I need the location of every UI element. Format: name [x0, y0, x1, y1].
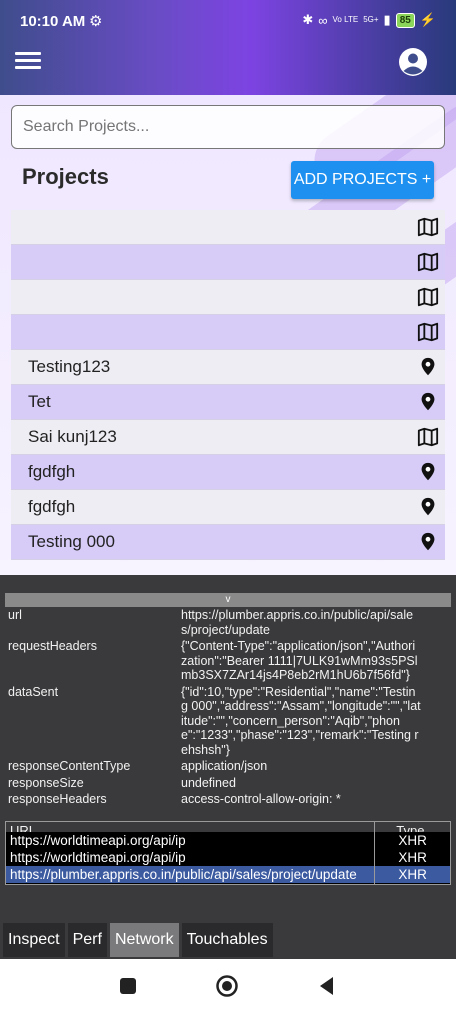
detail-row: responseHeaders access-control-allow-orig…: [8, 792, 448, 807]
project-name: Sai kunj123: [28, 427, 117, 446]
status-bar: 10:10 AM ⚙ ✱ ∞ Vo LTE 5G+ ▮ 85 ⚡: [0, 0, 456, 44]
recents-square-icon[interactable]: [115, 973, 141, 999]
detail-row: responseContentType application/json: [8, 759, 448, 774]
detail-row: requestHeaders {"Content-Type":"applicati…: [8, 639, 448, 683]
debugger-tabs: Inspect Perf Network Touchables: [0, 923, 456, 957]
detail-row: responseSize undefined: [8, 776, 448, 791]
project-list: Testing123 Tet Sai kunj123 fgdfgh fgdfgh Test…: [11, 210, 445, 560]
requests-table-body: https://worldtimeapi.org/api/ip XHR https:…: [6, 832, 450, 884]
request-type: XHR: [374, 866, 450, 883]
detail-value: application/json: [181, 759, 268, 773]
location-pin-icon[interactable]: [417, 356, 439, 378]
request-details: url https://plumber.appris.co.in/public/a…: [8, 608, 448, 816]
map-icon[interactable]: [417, 286, 439, 308]
request-type: XHR: [374, 832, 450, 849]
detail-row: dataSent {"id":10,"type":"Residential","n…: [8, 685, 448, 758]
project-name: fgdfgh: [28, 497, 76, 516]
map-icon[interactable]: [417, 216, 439, 238]
request-type: XHR: [374, 849, 450, 866]
detail-key: responseContentType: [8, 759, 131, 773]
request-row[interactable]: https://plumber.appris.co.in/public/api/…: [6, 866, 450, 883]
location-pin-icon[interactable]: [417, 531, 439, 553]
project-row[interactable]: Sai kunj123: [11, 420, 445, 455]
request-row[interactable]: https://worldtimeapi.org/api/ip XHR: [6, 849, 450, 866]
detail-value: https://plumber.appris.co.in/public/api/…: [181, 608, 414, 637]
projects-screen: Projects ADD PROJECTS + Testing123 Tet Sai…: [0, 95, 456, 575]
settings-gear-icon: ⚙: [89, 13, 103, 30]
location-pin-icon[interactable]: [417, 461, 439, 483]
home-circle-icon[interactable]: [214, 973, 240, 999]
location-pin-icon[interactable]: [417, 496, 439, 518]
location-pin-icon[interactable]: [417, 391, 439, 413]
back-triangle-icon[interactable]: [314, 973, 340, 999]
search-projects-input[interactable]: [11, 105, 445, 149]
detail-key: dataSent: [8, 684, 59, 699]
request-url: https://worldtimeapi.org/api/ip: [10, 833, 186, 848]
detail-value: {"id":10,"type":"Residential","name":"Te…: [181, 684, 421, 757]
detail-value: undefined: [181, 775, 236, 790]
tab-network[interactable]: Network: [109, 923, 179, 957]
map-icon[interactable]: [417, 321, 439, 343]
status-time: 10:10 AM: [20, 13, 86, 30]
project-row[interactable]: [11, 315, 445, 350]
project-row[interactable]: Testing 000: [11, 525, 445, 560]
project-name: Testing123: [28, 357, 111, 376]
collapse-panel-button[interactable]: v: [5, 593, 451, 607]
bluetooth-icon: ✱: [302, 12, 314, 27]
request-url: https://plumber.appris.co.in/public/api/…: [6, 883, 374, 884]
app-header: 10:10 AM ⚙ ✱ ∞ Vo LTE 5G+ ▮ 85 ⚡: [0, 0, 456, 95]
map-icon[interactable]: [417, 426, 439, 448]
volte-icon: Vo LTE: [332, 15, 359, 24]
project-name: Testing 000: [28, 532, 115, 551]
project-name: fgdfgh: [28, 462, 76, 481]
project-row[interactable]: [11, 210, 445, 245]
project-row[interactable]: fgdfgh: [11, 490, 445, 525]
hamburger-menu-icon[interactable]: [15, 48, 43, 76]
detail-value: {"Content-Type":"application/json","Auth…: [181, 639, 418, 682]
detail-key: requestHeaders: [8, 639, 97, 653]
project-name: Tet: [28, 392, 51, 411]
link-icon: ∞: [318, 12, 328, 28]
detail-key: url: [8, 608, 22, 622]
map-icon[interactable]: [417, 251, 439, 273]
tab-touchables[interactable]: Touchables: [181, 923, 273, 957]
page-title: Projects: [22, 164, 109, 189]
request-row[interactable]: https://worldtimeapi.org/api/ip XHR: [6, 832, 450, 849]
requests-table: URL Type https://worldtimeapi.org/api/ip…: [5, 821, 451, 885]
request-type: XHR: [374, 883, 450, 884]
request-row[interactable]: https://plumber.appris.co.in/public/api/…: [6, 883, 450, 884]
project-row[interactable]: Tet: [11, 385, 445, 420]
detail-row: url https://plumber.appris.co.in/public/a…: [8, 608, 448, 637]
charging-icon: ⚡: [419, 12, 436, 27]
detail-key: responseHeaders: [8, 792, 107, 806]
project-row[interactable]: Testing123: [11, 350, 445, 385]
detail-value: access-control-allow-origin: *: [181, 792, 341, 806]
tab-perf[interactable]: Perf: [67, 923, 107, 957]
network-type: 5G+: [363, 15, 379, 24]
profile-icon[interactable]: [398, 47, 428, 77]
signal-icon: ▮: [383, 12, 391, 27]
request-url: https://worldtimeapi.org/api/ip: [10, 850, 186, 865]
request-url: https://plumber.appris.co.in/public/api/…: [10, 867, 357, 882]
add-projects-button[interactable]: ADD PROJECTS +: [291, 161, 434, 199]
tab-inspect[interactable]: Inspect: [3, 923, 65, 957]
battery-icon: 85: [395, 12, 415, 28]
project-row[interactable]: [11, 245, 445, 280]
detail-key: responseSize: [8, 775, 84, 790]
project-row[interactable]: [11, 280, 445, 315]
network-debugger-panel: v url https://plumber.appris.co.in/public…: [0, 575, 456, 959]
status-icons: ✱ ∞ Vo LTE 5G+ ▮ 85 ⚡: [302, 12, 436, 28]
system-navigation-bar: [0, 959, 456, 1012]
project-row[interactable]: fgdfgh: [11, 455, 445, 490]
